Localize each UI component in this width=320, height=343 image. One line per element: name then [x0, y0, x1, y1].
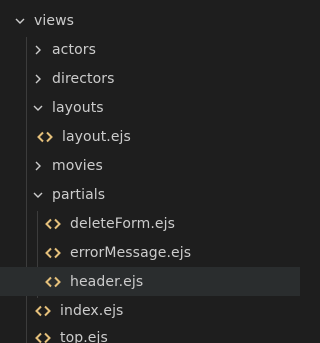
folder-label: views: [34, 12, 75, 29]
folder-label: partials: [52, 186, 106, 203]
chevron-down-icon: [30, 187, 46, 203]
folder-layouts[interactable]: layouts: [0, 93, 300, 122]
code-brackets-icon: [44, 245, 62, 261]
file-label: errorMessage.ejs: [70, 244, 192, 261]
code-brackets-icon: [44, 216, 62, 232]
code-brackets-icon: [34, 330, 52, 343]
chevron-right-icon: [30, 42, 46, 58]
chevron-down-icon: [12, 13, 28, 29]
folder-partials[interactable]: partials: [0, 180, 300, 209]
file-label: index.ejs: [60, 302, 124, 319]
folder-actors[interactable]: actors: [0, 35, 300, 64]
folder-views[interactable]: views: [0, 6, 300, 35]
file-explorer-tree: views actors directors layouts layout.ej…: [0, 0, 300, 343]
folder-movies[interactable]: movies: [0, 151, 300, 180]
code-brackets-icon: [36, 129, 54, 145]
file-deleteform-ejs[interactable]: deleteForm.ejs: [0, 209, 300, 238]
folder-label: directors: [52, 70, 115, 87]
folder-label: actors: [52, 41, 96, 58]
folder-label: layouts: [52, 99, 104, 116]
code-brackets-icon: [34, 303, 52, 319]
chevron-down-icon: [30, 100, 46, 116]
chevron-right-icon: [30, 71, 46, 87]
file-label: layout.ejs: [62, 128, 131, 145]
code-brackets-icon: [44, 274, 62, 290]
file-top-ejs[interactable]: top.ejs: [0, 323, 300, 343]
file-errormessage-ejs[interactable]: errorMessage.ejs: [0, 238, 300, 267]
file-header-ejs[interactable]: header.ejs: [0, 267, 300, 296]
file-label: top.ejs: [60, 329, 108, 343]
folder-label: movies: [52, 157, 103, 174]
file-index-ejs[interactable]: index.ejs: [0, 296, 300, 325]
file-label: deleteForm.ejs: [70, 215, 176, 232]
folder-directors[interactable]: directors: [0, 64, 300, 93]
chevron-right-icon: [30, 158, 46, 174]
file-layout-ejs[interactable]: layout.ejs: [0, 122, 300, 151]
file-label: header.ejs: [70, 273, 144, 290]
